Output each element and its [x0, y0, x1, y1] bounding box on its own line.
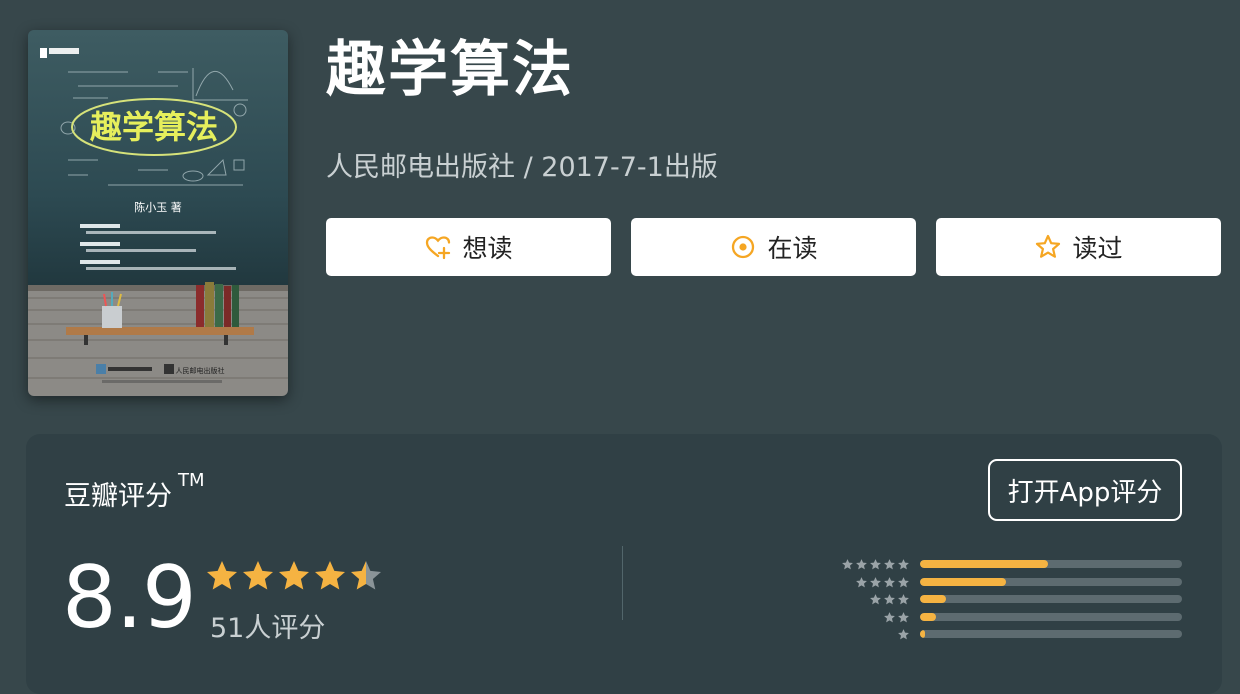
histogram-stars [855, 576, 910, 589]
small-star-icon [898, 594, 909, 605]
histogram-stars [897, 628, 910, 641]
rating-star-icon [351, 561, 381, 590]
small-star-icon [842, 559, 853, 570]
small-star-icon [884, 576, 895, 587]
rating-score: 8.9 [62, 548, 197, 648]
histogram-stars [841, 558, 910, 571]
histogram-bar-track [920, 630, 1182, 638]
cover-publisher-logo: 人民邮电出版社 [176, 366, 225, 375]
cover-title: 趣学算法 [90, 108, 218, 146]
small-star-icon [898, 559, 909, 570]
rating-panel: 豆瓣评分 TM 打开App评分 8.9 51人评分 [26, 434, 1222, 694]
rating-section-title-text: 豆瓣评分 [64, 481, 172, 512]
histogram-bar-track [920, 595, 1182, 603]
reading-button[interactable]: 在读 [631, 218, 916, 276]
small-star-icon [870, 559, 881, 570]
histogram-bar-fill [920, 612, 936, 621]
small-star-icon [870, 594, 881, 605]
trademark-mark: TM [178, 470, 205, 491]
small-star-icon [870, 576, 881, 587]
star-outline-icon [1036, 234, 1061, 258]
histogram-stars [869, 593, 910, 606]
histogram-bar-fill [920, 577, 1007, 586]
histogram-bar-track [920, 612, 1182, 621]
histogram-row-2-star [826, 609, 1186, 627]
have-read-button[interactable]: 读过 [936, 218, 1221, 276]
small-star-icon [856, 576, 867, 587]
book-cover: 趣学算法 陈小玉 著 人民邮电出版社 [28, 30, 288, 396]
have-read-label: 读过 [1072, 234, 1123, 263]
rating-star-icon [243, 561, 273, 590]
small-star-icon [884, 559, 895, 570]
small-star-icon [898, 629, 909, 640]
rating-star-icon [315, 561, 345, 590]
histogram-bar-fill [920, 560, 1049, 568]
rating-count: 51人评分 [210, 613, 326, 644]
histogram-bar-track [920, 560, 1182, 568]
target-circle-icon [732, 235, 755, 259]
want-to-read-button[interactable]: 想读 [326, 218, 611, 276]
book-publisher-date: 人民邮电出版社 / 2017-7-1出版 [326, 152, 718, 183]
small-star-icon [856, 559, 867, 570]
reading-label: 在读 [767, 234, 818, 263]
histogram-bar-fill [920, 630, 926, 638]
small-star-icon [884, 611, 895, 622]
rating-star-icon [207, 561, 237, 590]
histogram-row-5-star [826, 556, 1186, 574]
small-star-icon [898, 576, 909, 587]
histogram-bar-track [920, 577, 1182, 586]
heart-plus-icon [426, 236, 451, 260]
histogram-row-3-star [826, 591, 1186, 609]
panel-divider [622, 546, 623, 620]
histogram-stars [883, 611, 910, 624]
histogram-row-1-star [826, 626, 1186, 644]
small-star-icon [884, 594, 895, 605]
rating-stars [204, 558, 384, 598]
open-app-rate-button[interactable]: 打开App评分 [988, 459, 1182, 521]
want-to-read-label: 想读 [462, 234, 513, 263]
cover-author: 陈小玉 著 [134, 200, 182, 214]
rating-star-icon [279, 561, 309, 590]
rating-section-title: 豆瓣评分 TM [64, 470, 205, 513]
histogram-bar-fill [920, 595, 947, 603]
book-title: 趣学算法 [326, 35, 574, 105]
small-star-icon [898, 611, 909, 622]
histogram-row-4-star [826, 574, 1186, 592]
